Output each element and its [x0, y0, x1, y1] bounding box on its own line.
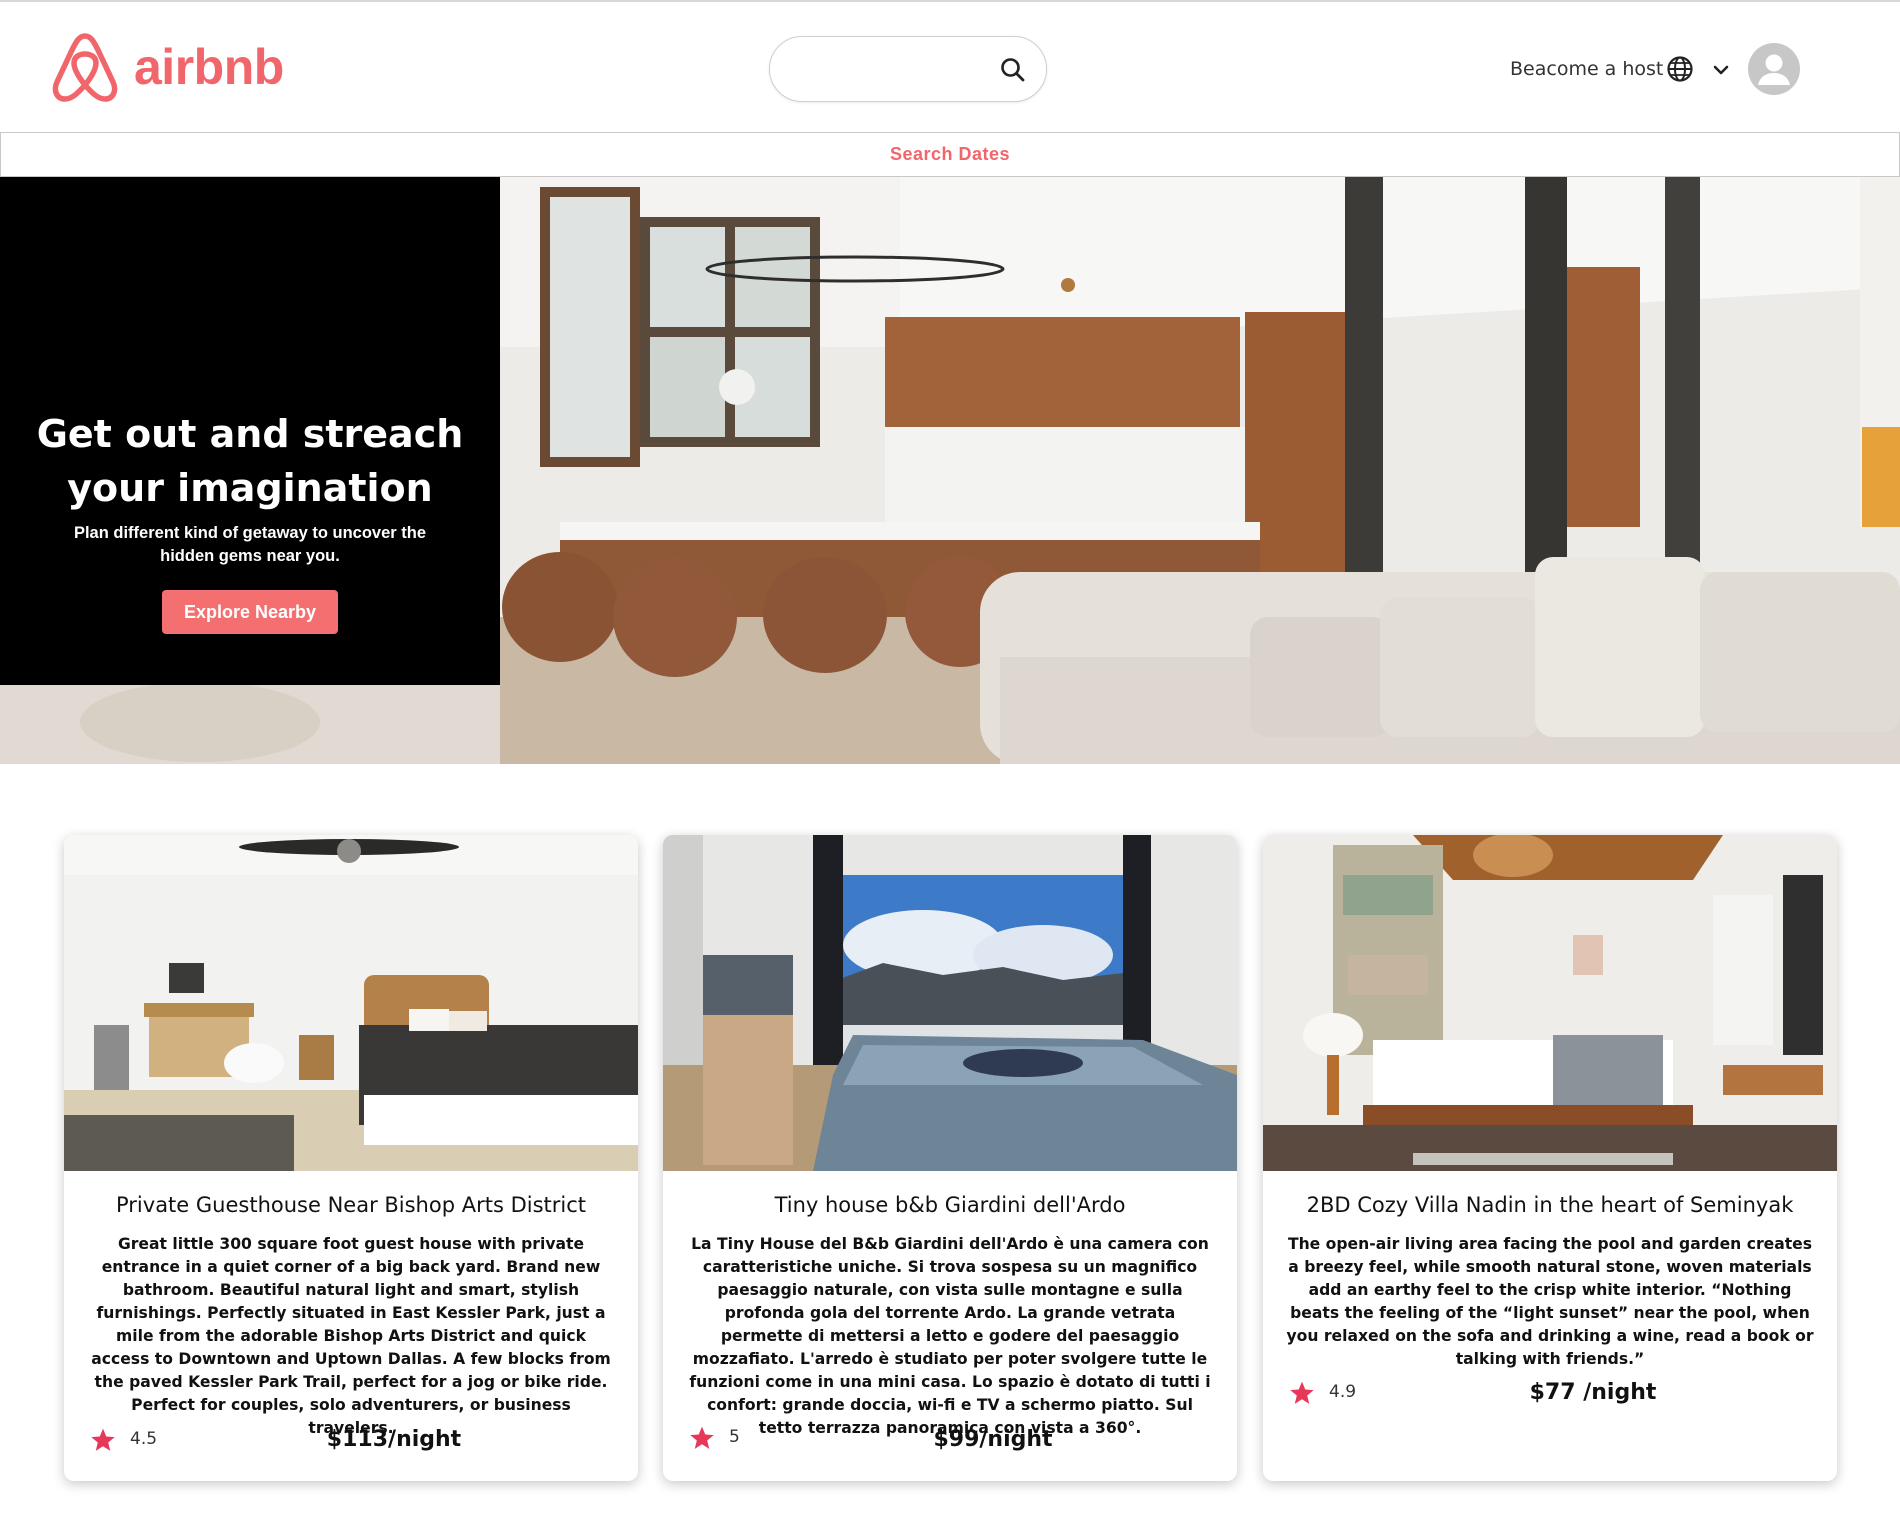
listing-card[interactable]: Tiny house b&b Giardini dell'Ardo La Tin… — [663, 835, 1237, 1481]
hero-subtitle: Plan different kind of getaway to uncove… — [73, 524, 427, 565]
brand-logo[interactable]: airbnb — [50, 30, 284, 104]
listing-photo — [1263, 835, 1837, 1171]
star-icon — [91, 1428, 115, 1451]
listing-photo — [64, 835, 638, 1171]
star-icon — [1290, 1381, 1314, 1404]
listing-price: $77 /night — [1529, 1380, 1657, 1405]
listing-title[interactable]: Private Guesthouse Near Bishop Arts Dist… — [74, 1193, 628, 1217]
top-navbar: airbnb Beacome a host — [0, 0, 1900, 132]
listing-description: La Tiny House del B&b Giardini dell'Ardo… — [689, 1235, 1211, 1437]
globe-icon[interactable] — [1665, 54, 1695, 84]
listing-rating: 4.9 — [1329, 1382, 1357, 1402]
listing-price: $113/night — [326, 1427, 462, 1452]
chevron-down-icon[interactable] — [1711, 60, 1731, 80]
listing-card[interactable]: 2BD Cozy Villa Nadin in the heart of Sem… — [1263, 835, 1837, 1481]
listing-title[interactable]: 2BD Cozy Villa Nadin in the heart of Sem… — [1273, 1193, 1827, 1217]
user-avatar[interactable] — [1748, 43, 1800, 95]
listing-description: Great little 300 square foot guest house… — [91, 1235, 611, 1437]
listing-description: The open-air living area facing the pool… — [1286, 1235, 1814, 1368]
user-avatar-icon — [1758, 54, 1790, 85]
listing-photo — [663, 835, 1237, 1171]
hero-banner: Get out and streach your imagination Pla… — [0, 177, 1900, 764]
explore-nearby-button[interactable]: Explore Nearby — [162, 590, 338, 634]
search-icon[interactable] — [998, 55, 1028, 85]
star-icon — [690, 1426, 714, 1449]
airbnb-logo-icon — [52, 33, 118, 102]
search-dates-bar[interactable]: Search Dates — [0, 132, 1900, 177]
search-input[interactable] — [792, 53, 982, 85]
search-dates-label: Search Dates — [889, 144, 1011, 164]
listing-rating: 5 — [729, 1427, 740, 1447]
search-bar[interactable] — [769, 36, 1047, 102]
hero-text-panel: Get out and streach your imagination Pla… — [0, 177, 500, 685]
brand-name: airbnb — [134, 39, 284, 95]
become-host-link[interactable]: Beacome a host — [1510, 58, 1663, 80]
listing-card[interactable]: Private Guesthouse Near Bishop Arts Dist… — [64, 835, 638, 1481]
listing-rating: 4.5 — [130, 1429, 158, 1449]
hero-title: Get out and streach your imagination — [36, 412, 464, 510]
listing-price: $99/night — [933, 1427, 1053, 1452]
listing-title[interactable]: Tiny house b&b Giardini dell'Ardo — [673, 1193, 1227, 1217]
